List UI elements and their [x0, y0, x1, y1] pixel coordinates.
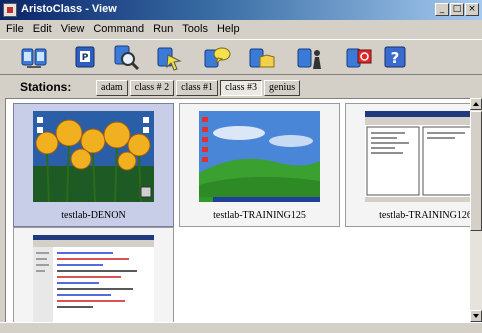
svg-text:?: ?	[391, 49, 400, 67]
window-controls: _ □ ×	[435, 3, 479, 16]
magnifier-icon	[114, 45, 140, 71]
screens-grid: testlab-DENON testlab-TRAINING125 testla…	[5, 98, 482, 326]
broadcast-button[interactable]	[295, 43, 325, 73]
screen-thumbnail	[33, 235, 154, 326]
view-screens-icon	[21, 48, 47, 68]
screen-thumbnail	[199, 111, 320, 202]
help-button[interactable]: ?	[380, 43, 410, 73]
monitor-icon: P	[75, 46, 95, 68]
green-hills-wallpaper	[199, 111, 320, 202]
menu-bar: File Edit View Command Run Tools Help	[0, 21, 482, 38]
text-editor-preview	[33, 235, 154, 326]
scroll-up-button[interactable]	[470, 98, 482, 110]
flowers-wallpaper	[33, 111, 154, 202]
status-bar	[0, 322, 482, 333]
help-icon: ?	[384, 46, 406, 68]
menu-tools[interactable]: Tools	[178, 21, 213, 38]
screen-name: testlab-TRAINING126	[379, 210, 472, 221]
app-window: AristoClass - View _ □ × File Edit View …	[0, 0, 482, 333]
maximize-button[interactable]: □	[450, 3, 464, 16]
station-tabs: adam class # 2 class #1 class #3 genius	[96, 80, 302, 96]
vertical-scrollbar[interactable]	[470, 98, 482, 322]
screen-card[interactable]: testlab-TRAINING125	[179, 103, 340, 227]
title-bar[interactable]: AristoClass - View _ □ ×	[0, 0, 482, 20]
tab-genius[interactable]: genius	[264, 80, 301, 96]
app-icon[interactable]	[3, 3, 17, 17]
screen-card[interactable]	[13, 227, 174, 326]
tab-class-3[interactable]: class #3	[220, 80, 263, 96]
explorer-window-preview	[365, 111, 482, 202]
send-file-button[interactable]	[247, 43, 277, 73]
stop-button[interactable]	[344, 43, 374, 73]
scroll-thumb[interactable]	[470, 111, 482, 231]
tab-adam[interactable]: adam	[96, 80, 128, 96]
svg-text:P: P	[82, 53, 89, 63]
remote-control-button[interactable]	[154, 43, 184, 73]
monitor-button[interactable]: P	[70, 43, 100, 73]
tab-class-1[interactable]: class #1	[176, 80, 219, 96]
screen-card[interactable]: testlab-TRAINING126	[345, 103, 482, 227]
chat-icon	[204, 47, 231, 68]
screen-thumbnail	[365, 111, 482, 202]
toolbar: P ?	[0, 39, 482, 75]
screen-card[interactable]: testlab-DENON	[13, 103, 174, 227]
menu-command[interactable]: Command	[89, 21, 149, 38]
menu-run[interactable]: Run	[149, 21, 178, 38]
stations-label: Stations:	[20, 80, 72, 94]
menu-view[interactable]: View	[57, 21, 90, 38]
chat-button[interactable]	[202, 43, 232, 73]
screen-name: testlab-DENON	[61, 210, 126, 221]
send-file-icon	[249, 48, 275, 68]
scroll-down-button[interactable]	[470, 310, 482, 322]
menu-help[interactable]: Help	[213, 21, 245, 38]
menu-edit[interactable]: Edit	[29, 21, 57, 38]
magnifier-button[interactable]	[111, 43, 141, 73]
screen-thumbnail	[33, 111, 154, 202]
close-button[interactable]: ×	[465, 3, 479, 16]
stations-bar: Stations: adam class # 2 class #1 class …	[0, 77, 482, 97]
remote-control-icon	[157, 47, 182, 71]
screen-name: testlab-TRAINING125	[213, 210, 306, 221]
broadcast-icon	[297, 48, 321, 69]
menu-file[interactable]: File	[2, 21, 29, 38]
window-title: AristoClass - View	[21, 3, 117, 15]
stop-icon	[346, 48, 372, 68]
view-screens-button[interactable]	[19, 43, 49, 73]
tab-class-2[interactable]: class # 2	[129, 80, 175, 96]
minimize-button[interactable]: _	[435, 3, 449, 16]
